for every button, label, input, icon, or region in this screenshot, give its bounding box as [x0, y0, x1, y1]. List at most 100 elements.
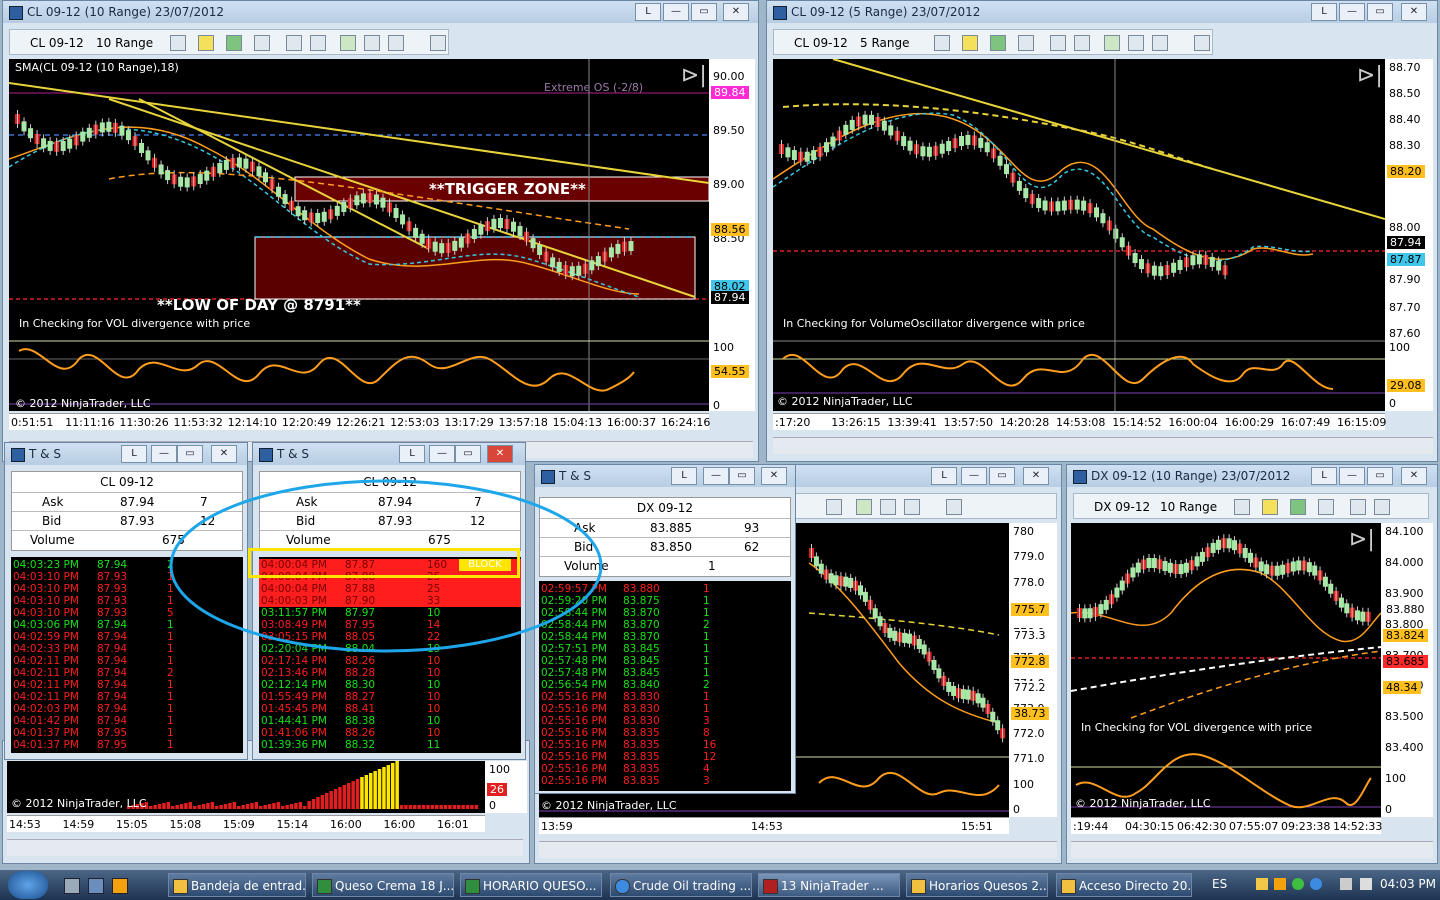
taskbar-item[interactable]: HORARIO QUESO...	[460, 873, 602, 897]
maximize-button[interactable]: ▭	[1367, 3, 1393, 21]
link-button[interactable]: L	[1311, 3, 1337, 21]
horizontal-scrollbar[interactable]	[1071, 841, 1433, 858]
drawing-tool-icon[interactable]	[1262, 499, 1278, 515]
link-button[interactable]: L	[399, 445, 425, 463]
close-button[interactable]: ✕	[487, 445, 513, 463]
close-button[interactable]: ✕	[211, 445, 237, 463]
price-axis[interactable]: 84.10084.00083.90083.80083.70083.60083.5…	[1381, 523, 1433, 817]
indicator-icon[interactable]	[990, 35, 1006, 51]
tray-mail-icon[interactable]	[1256, 878, 1268, 890]
title-bar[interactable]: CL 09-12 (5 Range) 23/07/2012 L — ▭ ✕	[767, 1, 1437, 23]
template-icon[interactable]	[430, 35, 446, 51]
crosshair-icon[interactable]	[286, 35, 302, 51]
drawing-tool-icon[interactable]	[198, 35, 214, 51]
minimize-button[interactable]: —	[961, 467, 987, 485]
close-button[interactable]: ✕	[1023, 467, 1049, 485]
template-icon[interactable]	[946, 499, 962, 515]
instrument-selector[interactable]: CL 09-12	[30, 36, 84, 50]
taskbar-item[interactable]: Acceso Directo 20...	[1056, 873, 1192, 897]
strategy-icon[interactable]	[1318, 499, 1334, 515]
maximize-button[interactable]: ▭	[177, 445, 203, 463]
link-button[interactable]: L	[121, 445, 147, 463]
properties-icon[interactable]	[388, 35, 404, 51]
title-bar[interactable]: DX 09-12 (10 Range) 23/07/2012 L — ▭ ✕	[1067, 465, 1437, 487]
zoom-icon[interactable]	[1074, 35, 1090, 51]
scroll-end-icon[interactable]: ⊳|	[1357, 63, 1383, 88]
system-clock[interactable]: 04:03 PM	[1380, 877, 1436, 891]
chart-trader-icon[interactable]	[1104, 35, 1120, 51]
zoom-icon[interactable]	[310, 35, 326, 51]
close-button[interactable]: ✕	[1401, 467, 1427, 485]
maximize-button[interactable]: ▭	[455, 445, 481, 463]
period-selector[interactable]: 5 Range	[860, 36, 909, 50]
minimize-button[interactable]: —	[429, 445, 455, 463]
instrument-selector[interactable]: CL 09-12	[794, 36, 848, 50]
chart-trader-icon[interactable]	[856, 499, 872, 515]
chart-window-dx-10range[interactable]: DX 09-12 (10 Range) 23/07/2012 L — ▭ ✕ D…	[1066, 464, 1438, 864]
volume-panel[interactable]: © 2012 NinjaTrader, LLC	[7, 761, 485, 813]
minimize-button[interactable]: —	[703, 467, 729, 485]
properties-icon[interactable]	[1152, 35, 1168, 51]
tray-monitor-icon[interactable]	[1340, 878, 1352, 890]
period-selector[interactable]: 10 Range	[96, 36, 153, 50]
title-bar[interactable]: T & S L — ▭ ✕	[5, 443, 247, 465]
maximize-button[interactable]: ▭	[691, 3, 717, 21]
price-panel[interactable]: SMA(CL 09-12 (10 Range),18) Extreme OS (…	[9, 59, 709, 411]
price-axis[interactable]: 88.70 88.50 88.40 88.30 88.00 87.90 87.7…	[1385, 59, 1433, 411]
maximize-button[interactable]: ▭	[1367, 467, 1393, 485]
data-box-icon[interactable]	[1128, 35, 1144, 51]
chart-window-cl-5range[interactable]: CL 09-12 (5 Range) 23/07/2012 L — ▭ ✕ CL…	[766, 0, 1438, 462]
period-selector[interactable]: 10 Range	[1160, 500, 1217, 514]
indicator-icon[interactable]	[1290, 499, 1306, 515]
indicator-icon[interactable]	[226, 35, 242, 51]
instrument-selector[interactable]: DX 09-12	[1094, 500, 1150, 514]
language-indicator[interactable]: ES	[1212, 877, 1227, 891]
bar-type-icon[interactable]	[170, 35, 186, 51]
crosshair-icon[interactable]	[1050, 35, 1066, 51]
link-button[interactable]: L	[1311, 467, 1337, 485]
show-desktop-icon[interactable]	[64, 878, 80, 894]
taskbar-item-active[interactable]: 13 NinjaTrader ...	[758, 873, 900, 897]
minimize-button[interactable]: —	[663, 3, 689, 21]
bar-type-icon[interactable]	[1234, 499, 1250, 515]
price-panel[interactable]: In Checking for VOL divergence with pric…	[1071, 523, 1381, 817]
minimize-button[interactable]: —	[1339, 467, 1365, 485]
minimize-button[interactable]: —	[151, 445, 177, 463]
taskbar-item[interactable]: Horarios Quesos 2...	[906, 873, 1048, 897]
chart-trader-icon[interactable]	[340, 35, 356, 51]
price-axis[interactable]: 90.00 89.50 89.00 88.50 89.84 88.56 88.0…	[709, 59, 755, 412]
horizontal-scrollbar[interactable]	[7, 839, 523, 856]
scroll-end-icon[interactable]: ⊳|	[681, 63, 707, 88]
properties-icon[interactable]	[904, 499, 920, 515]
horizontal-scrollbar[interactable]	[773, 437, 1433, 454]
taskbar-item[interactable]: Queso Crema 18 J...	[312, 873, 454, 897]
horizontal-scrollbar[interactable]	[539, 841, 1057, 858]
price-panel[interactable]: In Checking for VolumeOscillator diverge…	[773, 59, 1385, 411]
quicklaunch-icon[interactable]	[88, 878, 104, 894]
close-button[interactable]: ✕	[1401, 3, 1427, 21]
title-bar[interactable]: T & S L — ▭ ✕	[253, 443, 525, 465]
drawing-tool-icon[interactable]	[962, 35, 978, 51]
crosshair-icon[interactable]	[1350, 499, 1366, 515]
zoom-icon[interactable]	[826, 499, 842, 515]
strategy-icon[interactable]	[1018, 35, 1034, 51]
data-box-icon[interactable]	[880, 499, 896, 515]
tray-chrome-icon[interactable]	[1310, 878, 1322, 890]
start-button[interactable]	[8, 871, 48, 899]
bar-type-icon[interactable]	[934, 35, 950, 51]
tray-network-icon[interactable]	[1292, 878, 1304, 890]
link-button[interactable]: L	[931, 467, 957, 485]
scroll-end-icon[interactable]: ⊳|	[1349, 527, 1375, 552]
maximize-button[interactable]: ▭	[989, 467, 1015, 485]
strategy-icon[interactable]	[254, 35, 270, 51]
link-button[interactable]: L	[635, 3, 661, 21]
data-box-icon[interactable]	[364, 35, 380, 51]
close-button[interactable]: ✕	[761, 467, 787, 485]
outlook-icon[interactable]	[112, 878, 128, 894]
tray-volume-icon[interactable]	[1360, 878, 1372, 890]
title-bar[interactable]: CL 09-12 (10 Range) 23/07/2012 L — ▭ ✕	[3, 1, 758, 23]
price-axis[interactable]: 780779.0778.0777.0776.0775.0774.0773.077…	[1009, 523, 1057, 817]
zoom-icon[interactable]	[1374, 499, 1390, 515]
chart-window-cl-10range[interactable]: CL 09-12 (10 Range) 23/07/2012 L — ▭ ✕ C…	[2, 0, 759, 462]
tray-outlook-icon[interactable]	[1274, 878, 1286, 890]
